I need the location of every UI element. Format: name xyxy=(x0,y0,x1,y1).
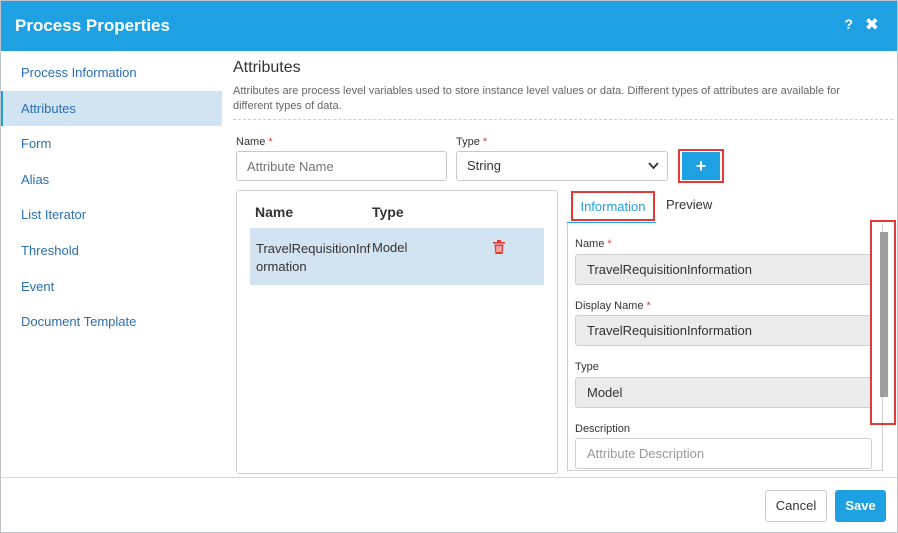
attribute-list: Name Type TravelRequisitionInformation M… xyxy=(236,190,558,474)
trash-icon[interactable] xyxy=(493,240,507,256)
required-marker: * xyxy=(646,300,651,312)
close-icon[interactable]: ✖ xyxy=(865,15,879,35)
attribute-name-input[interactable] xyxy=(236,151,447,181)
sidebar: Process Information Attributes Form Alia… xyxy=(1,55,222,340)
section-description: Attributes are process level variables u… xyxy=(233,85,840,112)
row-type: Model xyxy=(372,240,408,255)
dialog-header: Process Properties ? ✖ xyxy=(1,1,897,51)
detail-name-label-text: Name xyxy=(575,238,605,250)
chevron-down-icon xyxy=(648,152,659,191)
detail-name-field: TravelRequisitionInformation xyxy=(575,254,872,285)
required-marker: * xyxy=(268,136,273,148)
detail-name-label: Name * xyxy=(575,238,612,250)
help-icon[interactable]: ? xyxy=(844,16,853,32)
description-field[interactable]: Attribute Description xyxy=(575,438,872,469)
add-button-highlight: + xyxy=(678,149,724,183)
type-label-text: Type xyxy=(456,136,480,148)
divider xyxy=(233,119,893,120)
sidebar-item-attributes[interactable]: Attributes xyxy=(1,90,222,127)
cancel-button[interactable]: Cancel xyxy=(765,490,827,522)
dialog-title: Process Properties xyxy=(15,16,170,35)
type-select-value: String xyxy=(467,158,501,173)
sidebar-item-list-iterator[interactable]: List Iterator xyxy=(1,197,222,233)
detail-type-field: Model xyxy=(575,377,872,408)
section-title: Attributes xyxy=(233,59,301,76)
footer-divider xyxy=(1,477,897,478)
process-properties-dialog: Process Properties ? ✖ Process Informati… xyxy=(0,0,898,533)
type-select[interactable]: String xyxy=(456,151,668,181)
add-attribute-button[interactable]: + xyxy=(682,152,720,180)
detail-display-name-field: TravelRequisitionInformation xyxy=(575,315,872,346)
detail-description-label: Description xyxy=(575,423,631,435)
scrollbar-thumb[interactable] xyxy=(880,232,888,397)
name-label: Name * xyxy=(236,136,273,148)
tab-preview[interactable]: Preview xyxy=(666,191,712,221)
sidebar-item-process-information[interactable]: Process Information xyxy=(1,55,222,91)
column-header-name: Name xyxy=(255,204,294,220)
type-label: Type * xyxy=(456,136,487,148)
required-marker: * xyxy=(607,238,612,250)
required-marker: * xyxy=(482,136,488,148)
sidebar-item-form[interactable]: Form xyxy=(1,126,222,162)
name-label-text: Name xyxy=(236,136,266,148)
column-header-type: Type xyxy=(372,204,404,220)
sidebar-item-alias[interactable]: Alias xyxy=(1,162,222,198)
save-button[interactable]: Save xyxy=(835,490,886,522)
sidebar-item-event[interactable]: Event xyxy=(1,269,222,305)
detail-display-name-label-text: Display Name xyxy=(575,300,644,312)
sidebar-item-document-template[interactable]: Document Template xyxy=(1,304,222,340)
tab-information[interactable]: Information xyxy=(571,191,655,221)
list-item[interactable]: TravelRequisitionInformation Model xyxy=(250,228,544,285)
sidebar-item-threshold[interactable]: Threshold xyxy=(1,233,222,269)
detail-type-label: Type xyxy=(575,361,599,373)
detail-display-name-label: Display Name * xyxy=(575,300,651,312)
row-name: TravelRequisitionInformation xyxy=(256,241,371,274)
